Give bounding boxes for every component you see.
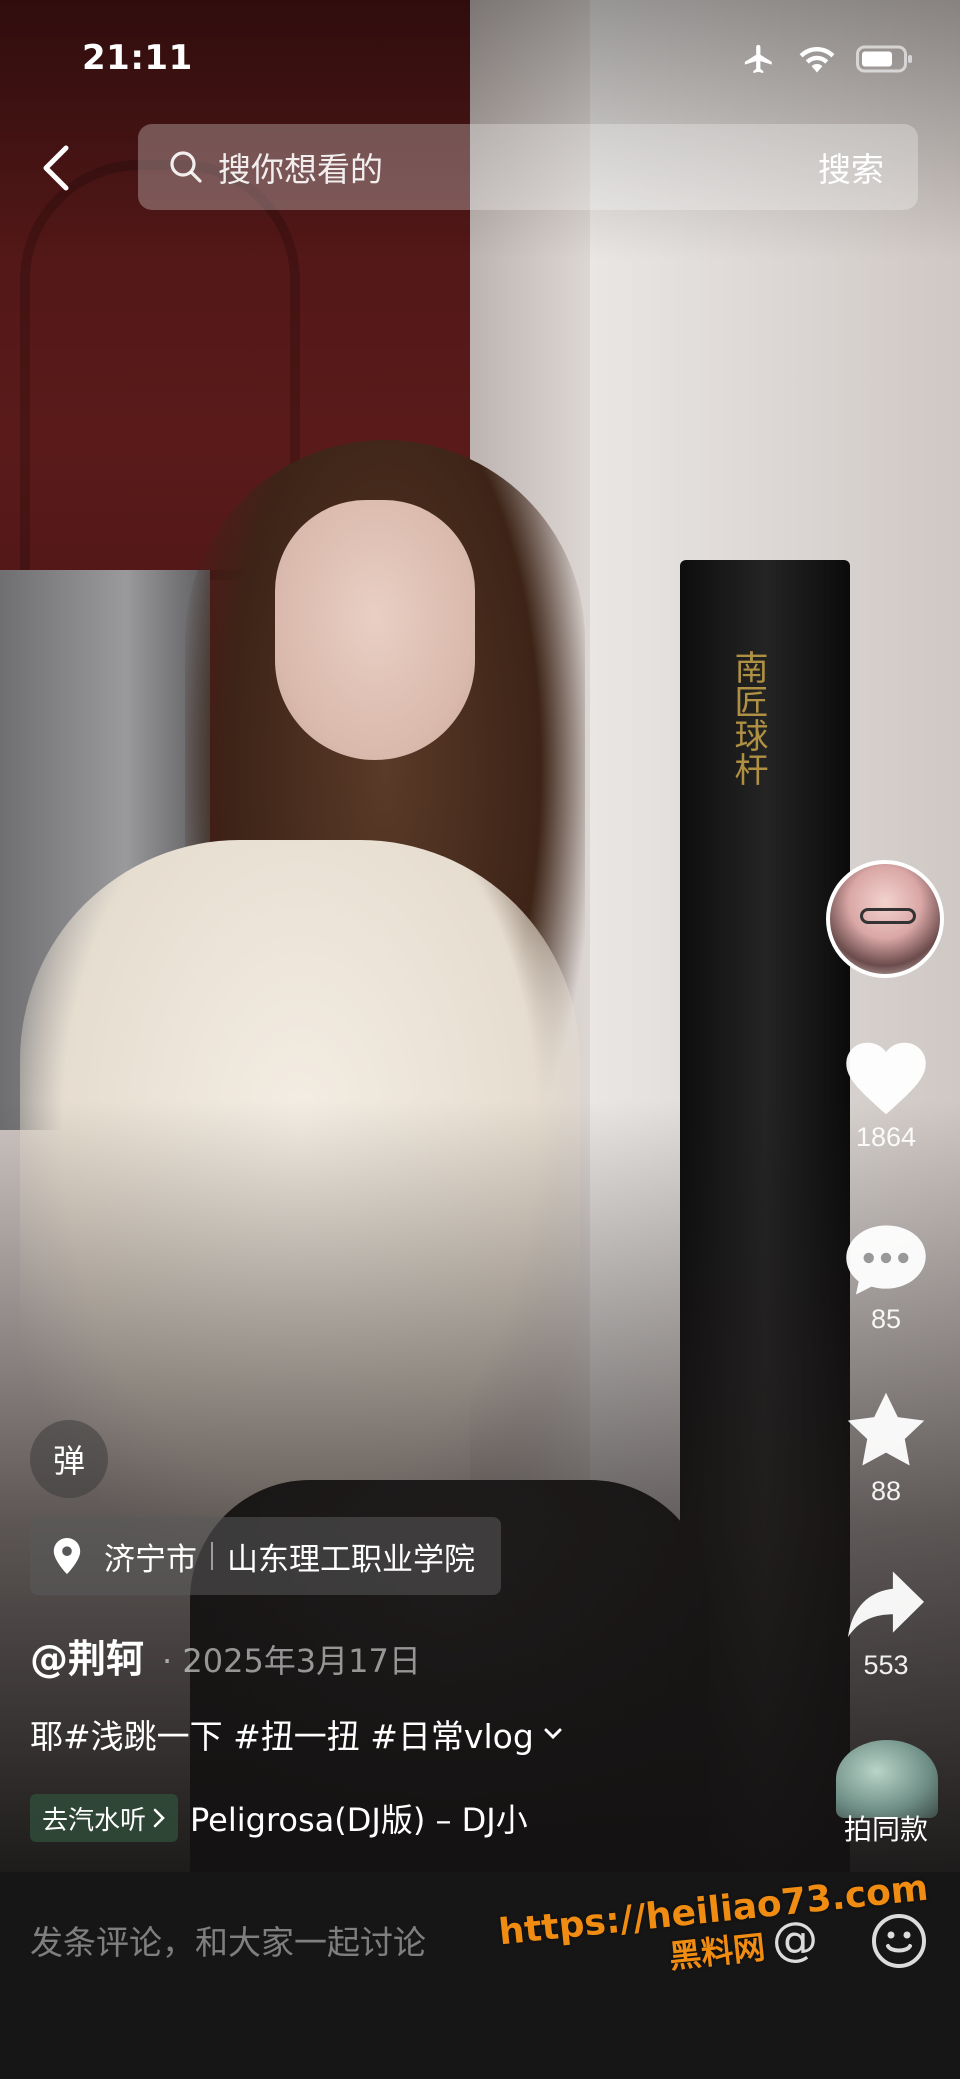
comment-count: 85: [870, 1304, 902, 1334]
post-caption[interactable]: 耶#浅跳一下 #扭一扭 #日常vlog: [30, 1710, 564, 1758]
location-tag[interactable]: 济宁市 山东理工职业学院: [30, 1517, 501, 1595]
location-pin-icon: [53, 1538, 81, 1574]
wifi-icon: [799, 46, 835, 73]
battery-icon: [856, 45, 912, 73]
comment-bar: 发条评论，和大家一起讨论 @ https://heiliao73.com 黑料网: [0, 1868, 960, 2079]
search-icon: [170, 151, 202, 183]
danmaku-label: 弹: [52, 1442, 85, 1480]
cue-case-lettering: 南匠球杆: [728, 650, 768, 786]
airplane-icon: [744, 44, 772, 74]
author-line: @荆轲 · 2025年3月17日: [30, 1628, 421, 1683]
music-tag-label: 去汽水听: [42, 1805, 147, 1836]
chevron-right-icon: [153, 1808, 165, 1828]
chevron-left-icon: [43, 145, 69, 191]
music-app-link[interactable]: 去汽水听: [30, 1794, 179, 1842]
music-title: Peligrosa(DJ版) – DJ小: [190, 1801, 528, 1839]
post-date: · 2025年3月17日: [162, 1642, 421, 1680]
comment-icon: [846, 1225, 926, 1295]
search-input[interactable]: 搜你想看的: [218, 143, 818, 191]
share-count: 553: [863, 1650, 909, 1680]
danmaku-toggle[interactable]: 弹: [30, 1420, 108, 1498]
author-avatar[interactable]: [826, 860, 944, 978]
heart-icon: [846, 1042, 926, 1115]
comment-input[interactable]: 发条评论，和大家一起讨论: [30, 1916, 426, 1964]
avatar-glasses: [860, 908, 916, 924]
same-style-thumbnail[interactable]: [836, 1740, 938, 1818]
chevron-down-icon: [544, 1728, 562, 1740]
share-icon: [848, 1571, 924, 1638]
author-name[interactable]: @荆轲: [30, 1628, 144, 1683]
location-city: 济宁市: [104, 1541, 197, 1578]
search-bar[interactable]: 搜你想看的 搜索: [138, 124, 918, 210]
comment-button[interactable]: 85: [826, 1222, 946, 1335]
star-icon: [847, 1392, 925, 1466]
status-time: 21:11: [82, 38, 193, 78]
search-button[interactable]: 搜索: [818, 143, 884, 191]
location-place: 山东理工职业学院: [227, 1541, 475, 1578]
favorite-button[interactable]: 88: [826, 1390, 946, 1507]
location-divider: [211, 1542, 213, 1570]
caption-text: 耶#浅跳一下 #扭一扭 #日常vlog: [30, 1717, 534, 1756]
like-button[interactable]: 1864: [826, 1040, 946, 1153]
person-face: [275, 500, 475, 760]
music-row[interactable]: 去汽水听 Peligrosa(DJ版) – DJ小: [30, 1794, 528, 1842]
back-button[interactable]: [34, 140, 78, 196]
favorite-count: 88: [870, 1476, 902, 1506]
share-button[interactable]: 553: [826, 1568, 946, 1681]
watermark: https://heiliao73.com 黑料网: [497, 1868, 933, 1995]
same-style-button[interactable]: 拍同款: [826, 1808, 946, 1848]
status-icons: [740, 42, 914, 76]
like-count: 1864: [855, 1122, 917, 1152]
